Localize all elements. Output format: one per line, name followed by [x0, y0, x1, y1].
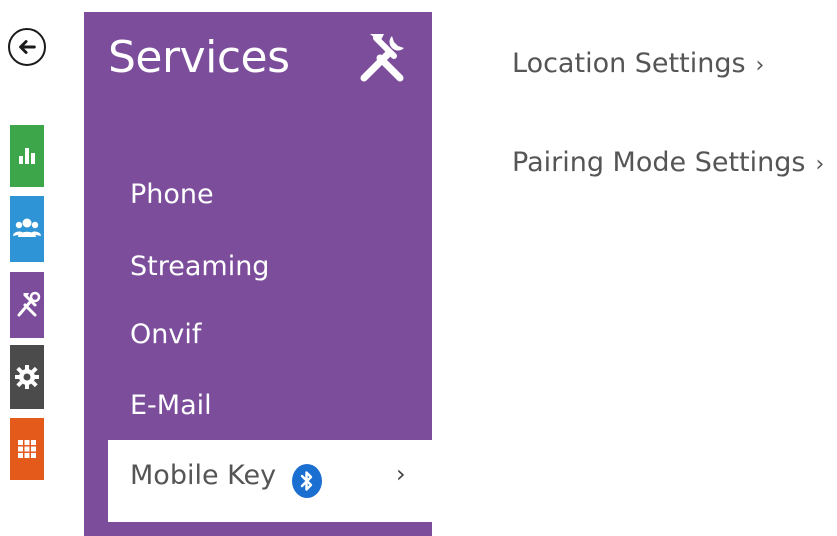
grid-icon: [18, 440, 36, 458]
menu-item-onvif[interactable]: Onvif: [130, 319, 201, 350]
chevron-right-icon: ›: [396, 460, 406, 488]
menu-item-mobile-key[interactable]: Mobile Key ›: [108, 440, 432, 522]
bluetooth-icon: [292, 464, 322, 498]
back-button[interactable]: [8, 28, 46, 66]
arrow-left-icon: [19, 40, 36, 54]
users-icon: [13, 218, 41, 237]
bar-chart-icon: [19, 148, 35, 164]
chevron-right-icon: ›: [815, 152, 825, 177]
link-label: Location Settings: [512, 48, 746, 79]
nav-hardware-button[interactable]: [10, 345, 44, 409]
menu-item-streaming[interactable]: Streaming: [130, 251, 269, 282]
location-settings-link[interactable]: Location Settings ›: [512, 48, 764, 79]
tools-icon: [360, 34, 404, 82]
nav-system-button[interactable]: [10, 418, 44, 480]
menu-item-email[interactable]: E-Mail: [130, 390, 212, 421]
pairing-mode-settings-link[interactable]: Pairing Mode Settings ›: [512, 147, 824, 178]
tools-icon: [17, 291, 41, 317]
page-title: Services: [108, 32, 290, 83]
menu-item-phone[interactable]: Phone: [130, 179, 214, 210]
link-label: Pairing Mode Settings: [512, 147, 806, 178]
chevron-right-icon: ›: [755, 53, 765, 78]
nav-directory-button[interactable]: [10, 196, 44, 262]
menu-item-label: Mobile Key: [130, 460, 277, 491]
gear-icon: [15, 365, 39, 389]
nav-services-button[interactable]: [10, 272, 44, 338]
nav-status-button[interactable]: [10, 125, 44, 187]
